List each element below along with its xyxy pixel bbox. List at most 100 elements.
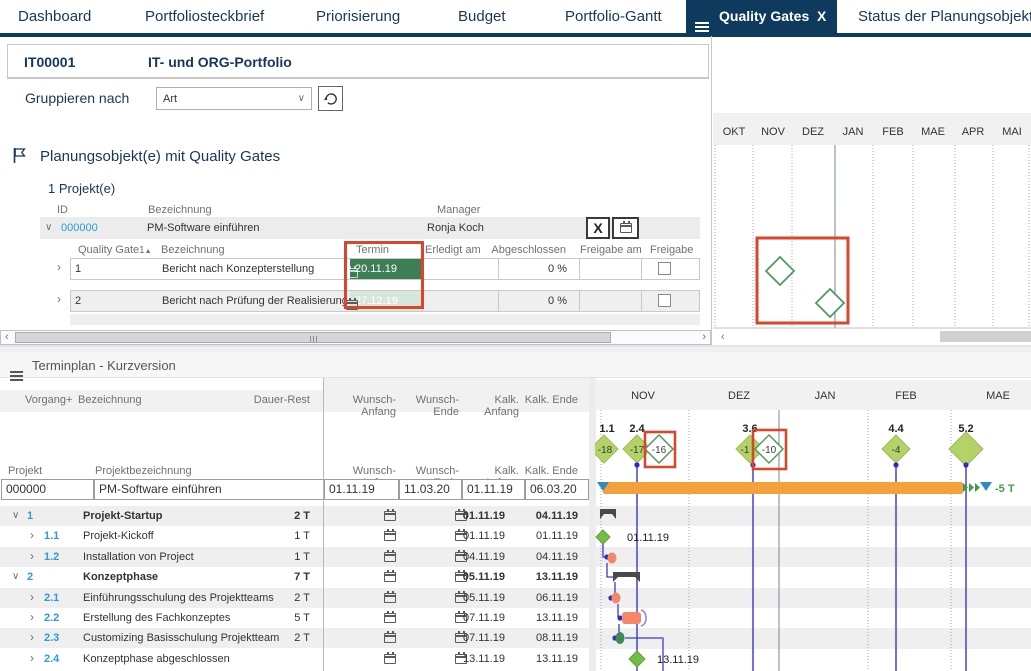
col-dauer-rest[interactable]: Dauer-Rest <box>240 394 310 406</box>
quality-gate-milestone-diamond[interactable] <box>766 257 794 285</box>
calendar-icon[interactable] <box>384 552 396 562</box>
col-wunsch-anfang[interactable]: Wunsch-Anfang <box>321 394 396 418</box>
calendar-icon[interactable] <box>384 654 396 664</box>
calendar-icon[interactable] <box>384 511 396 521</box>
col-wunsch-ende[interactable]: Wunsch-Ende <box>396 394 459 418</box>
chevron-down-icon[interactable]: ∨ <box>12 510 19 521</box>
kalk-ende-cell[interactable]: 06.03.20 <box>525 479 589 500</box>
task-row[interactable]: › 2.2 Erstellung des Fachkonzeptes 5 T 0… <box>0 608 589 628</box>
task-bar[interactable] <box>622 612 641 624</box>
task-row[interactable]: › 2.4 Konzeptphase abgeschlossen 13.11.1… <box>0 649 589 669</box>
col-projekt: Projekt <box>8 465 42 477</box>
col-kalk-anfang[interactable]: Kalk. Anfang <box>459 394 519 418</box>
milestone-diamond-large[interactable] <box>949 432 983 466</box>
kalk-anfang-cell[interactable]: 01.11.19 <box>462 479 525 500</box>
chevron-right-icon[interactable]: › <box>30 610 34 624</box>
clear-button[interactable]: X <box>586 217 610 239</box>
chevron-right-icon[interactable]: › <box>30 590 34 604</box>
gate-nr: 1 <box>75 263 81 275</box>
task-milestone-diamond[interactable] <box>629 651 645 667</box>
task-nr[interactable]: 1.2 <box>44 551 59 563</box>
task-nr[interactable]: 2 <box>27 571 33 583</box>
cell-divider <box>641 291 642 311</box>
task-name: Konzeptphase abgeschlossen <box>83 653 230 665</box>
task-milestone-diamond[interactable] <box>596 530 610 544</box>
sort-indicator[interactable]: 1▲ <box>139 245 152 256</box>
task-row[interactable]: › 1.1 Projekt-Kickoff 1 T 01.11.19 01.11… <box>0 526 589 546</box>
chevron-right-icon[interactable]: › <box>30 651 34 665</box>
add-column-icon[interactable]: + <box>66 394 72 406</box>
scroll-right-icon[interactable]: › <box>702 331 706 343</box>
task-bar-small[interactable] <box>608 553 617 564</box>
chevron-right-icon[interactable]: › <box>57 260 61 274</box>
chevron-down-icon[interactable]: ∨ <box>12 571 19 582</box>
chevron-right-icon[interactable]: › <box>57 292 61 306</box>
calendar-icon[interactable] <box>384 593 396 603</box>
task-row[interactable]: › 1.2 Installation von Project 1 T 04.11… <box>0 547 589 567</box>
tab-priorisierung[interactable]: Priorisierung <box>316 8 400 25</box>
calendar-icon[interactable] <box>384 531 396 541</box>
freigabe-checkbox[interactable] <box>658 262 671 275</box>
section-heading-quality-gates: Planungsobjekt(e) mit Quality Gates <box>40 148 280 165</box>
scroll-left-icon[interactable]: ‹ <box>721 331 725 343</box>
task-kalk-anfang: 05.11.19 <box>455 592 505 604</box>
task-nr[interactable]: 2.1 <box>44 592 59 604</box>
task-nr[interactable]: 2.3 <box>44 632 59 644</box>
qg-col-freigabe-am[interactable]: Freigabe am <box>580 244 642 256</box>
calendar-icon[interactable] <box>384 613 396 623</box>
scroll-left-icon[interactable]: ‹ <box>5 331 9 343</box>
quality-gate-milestone-diamond[interactable] <box>816 289 844 317</box>
chevron-right-icon[interactable]: › <box>30 549 34 563</box>
tab-quality-gates[interactable]: Quality Gates X <box>686 0 837 33</box>
project-bar[interactable] <box>603 482 963 494</box>
task-row[interactable]: › 2.3 Customizing Basisschulung Projektt… <box>0 628 589 648</box>
tab-status-planungsobjekte[interactable]: Status der Planungsobjekte <box>858 8 1031 25</box>
refresh-button[interactable] <box>318 86 343 111</box>
calendar-icon[interactable] <box>384 633 396 643</box>
col-kalk-ende: Kalk. Ende <box>519 465 578 477</box>
task-bar-small[interactable] <box>612 593 621 604</box>
qg-col-freigabe[interactable]: Freigabe <box>650 244 693 256</box>
project-id-cell[interactable]: 000000 <box>1 479 94 500</box>
calendar-icon[interactable] <box>384 572 396 582</box>
qg-col-abgeschlossen[interactable]: Abgeschlossen <box>470 244 566 256</box>
qg-col-gate[interactable]: Quality Gate <box>78 244 139 256</box>
calendar-button[interactable] <box>612 217 639 239</box>
chevron-down-icon[interactable]: ∨ <box>45 222 52 233</box>
task-dauer: 5 T <box>250 612 310 624</box>
scrollbar-thumb[interactable] <box>940 331 1031 342</box>
horizontal-scrollbar[interactable]: ‹ › <box>0 330 711 345</box>
task-nr[interactable]: 1 <box>27 510 33 522</box>
col-bezeichnung[interactable]: Bezeichnung <box>78 394 142 406</box>
wunsch-anfang-cell[interactable]: 01.11.19 <box>324 479 399 500</box>
summary-bar[interactable] <box>613 572 640 582</box>
chevron-right-icon[interactable]: › <box>30 630 34 644</box>
project-id-link[interactable]: 000000 <box>61 222 98 234</box>
close-tab-icon[interactable]: X <box>817 8 826 24</box>
annotation-box-termin <box>344 241 424 309</box>
task-row[interactable]: ∨ 2 Konzeptphase 7 T 05.11.19 13.11.19 <box>0 567 589 587</box>
hamburger-icon[interactable] <box>695 11 709 29</box>
terminplan-gantt: NOV DEZ JAN FEB MAE 1.1 2.4 3.6 4.4 5.2 … <box>595 380 1031 671</box>
task-row[interactable]: ∨ 1 Projekt-Startup 2 T 01.11.19 04.11.1… <box>0 506 589 526</box>
task-bar-small-done[interactable] <box>616 632 625 644</box>
group-by-select[interactable]: Art ∨ <box>156 87 312 110</box>
task-nr[interactable]: 2.2 <box>44 612 59 624</box>
task-row[interactable]: › 2.1 Einführungsschulung des Projekttea… <box>0 588 589 608</box>
scrollbar-thumb[interactable] <box>15 332 611 343</box>
tab-portfolio-gantt[interactable]: Portfolio-Gantt <box>565 8 662 25</box>
chevron-right-icon[interactable]: › <box>30 528 34 542</box>
project-name-cell[interactable]: PM-Software einführen <box>94 479 324 500</box>
wunsch-ende-cell[interactable]: 11.03.20 <box>399 479 462 500</box>
col-kalk-ende[interactable]: Kalk. Ende <box>519 394 578 406</box>
tab-budget[interactable]: Budget <box>458 8 506 25</box>
freigabe-checkbox[interactable] <box>658 294 671 307</box>
quality-gates-mini-gantt: OKT NOV DEZ JAN FEB MAE APR MAI ‹ <box>713 40 1031 345</box>
tab-portfoliosteckbrief[interactable]: Portfoliosteckbrief <box>145 8 264 25</box>
tab-dashboard[interactable]: Dashboard <box>18 8 91 25</box>
qg-col-bezeichnung[interactable]: Bezeichnung <box>161 244 225 256</box>
task-nr[interactable]: 1.1 <box>44 530 59 542</box>
task-nr[interactable]: 2.4 <box>44 653 59 665</box>
hamburger-icon[interactable] <box>10 360 23 378</box>
col-vorgang[interactable]: Vorgang <box>25 394 66 406</box>
